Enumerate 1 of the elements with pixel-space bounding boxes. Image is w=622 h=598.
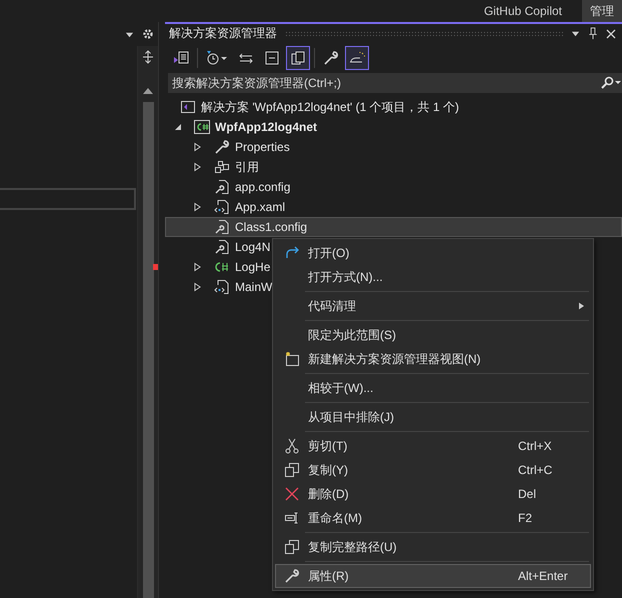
- panel-title: 解决方案资源管理器: [169, 25, 277, 42]
